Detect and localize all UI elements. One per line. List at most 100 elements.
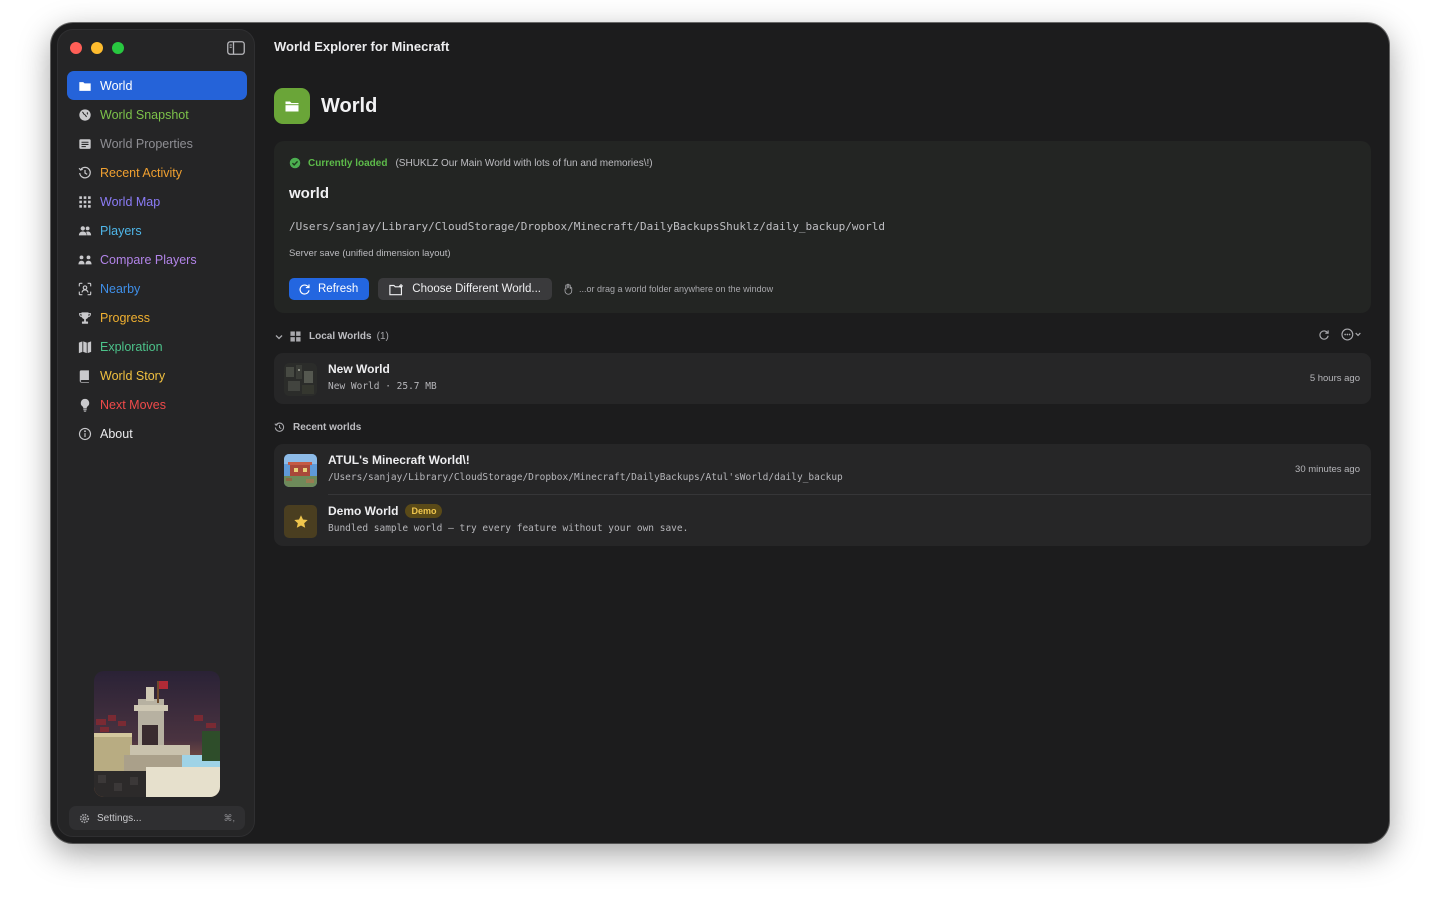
world-type: Server save (unified dimension layout) (289, 248, 451, 259)
current-world-card: Currently loaded (SHUKLZ Our Main World … (274, 141, 1371, 313)
star-icon (293, 514, 308, 528)
nearby-icon (77, 281, 93, 297)
list-item-atul-world[interactable]: ATUL's Minecraft World\! /Users/sanjay/L… (274, 444, 1371, 495)
folder-icon (77, 78, 93, 94)
world-detail: Bundled sample world — try every feature… (328, 523, 689, 534)
checkmark-seal-icon (289, 157, 301, 169)
recent-worlds-list: ATUL's Minecraft World\! /Users/sanjay/L… (274, 444, 1371, 546)
sidebar-item-next-moves[interactable]: Next Moves (67, 390, 247, 419)
sidebar-item-label: Players (100, 223, 142, 238)
refresh-icon (299, 283, 310, 295)
sidebar-item-nearby[interactable]: Nearby (67, 274, 247, 303)
sidebar-item-progress[interactable]: Progress (67, 303, 247, 332)
compare-people-icon (77, 252, 93, 268)
world-detail: New World · 25.7 MB (328, 381, 437, 392)
refresh-button[interactable]: Refresh (289, 278, 370, 300)
app-title: World Explorer for Minecraft (274, 39, 450, 54)
close-window-button[interactable] (70, 42, 82, 54)
sidebar-item-label: World Properties (100, 136, 193, 151)
world-thumbnail-image (94, 671, 220, 797)
drag-hand-icon (564, 283, 573, 295)
choose-world-button[interactable]: Choose Different World... (378, 278, 552, 300)
list-item-demo-world[interactable]: Demo World Demo Bundled sample world — t… (274, 495, 1371, 546)
folder-add-icon (389, 283, 404, 295)
recent-worlds-title: Recent worlds (293, 422, 362, 433)
sidebar-item-recent-activity[interactable]: Recent Activity (67, 158, 247, 187)
settings-label: Settings... (97, 812, 142, 824)
list-item-new-world[interactable]: New World New World · 25.7 MB 5 hours ag… (274, 353, 1371, 404)
world-title: ATUL's Minecraft World\! (328, 453, 470, 467)
list-tools (1318, 328, 1364, 341)
world-title-text: New World (328, 362, 390, 376)
sidebar-item-label: Next Moves (100, 397, 166, 412)
drag-hint-text: ...or drag a world folder anywhere on th… (578, 284, 774, 294)
sidebar-item-label: Recent Activity (100, 165, 182, 180)
loaded-label: Currently loaded (308, 157, 388, 169)
chevron-down-icon[interactable] (274, 332, 284, 342)
world-actions: Refresh Choose Different World... ...or … (289, 278, 773, 300)
local-worlds-header[interactable]: Local Worlds (1) (274, 331, 389, 342)
sidebar-item-world[interactable]: World (67, 71, 247, 100)
drag-hint: ...or drag a world folder anywhere on th… (562, 283, 773, 295)
world-detail: /Users/sanjay/Library/CloudStorage/Dropb… (328, 472, 843, 483)
minimize-window-button[interactable] (91, 42, 103, 54)
choose-world-label: Choose Different World... (412, 283, 541, 295)
globe-icon (77, 107, 93, 123)
world-description: (SHUKLZ Our Main World with lots of fun … (395, 157, 653, 169)
sidebar-toggle-icon[interactable] (227, 41, 245, 55)
reload-icon[interactable] (1318, 329, 1330, 341)
settings-shortcut: ⌘, (223, 812, 235, 823)
world-time: 30 minutes ago (1295, 464, 1360, 475)
demo-world-thumbnail (284, 505, 317, 538)
refresh-label: Refresh (318, 283, 359, 295)
world-title-text: Demo World (328, 504, 399, 518)
book-icon (77, 368, 93, 384)
sidebar-item-label: Exploration (100, 339, 163, 354)
app-window: World World Snapshot World Properties Re… (51, 23, 1389, 843)
world-title: Demo World Demo (328, 504, 443, 518)
sidebar-item-about[interactable]: About (67, 419, 247, 448)
info-icon (77, 426, 93, 442)
grid-squares-icon (290, 331, 301, 342)
settings-button[interactable]: Settings... ⌘, (69, 806, 245, 830)
world-name: world (289, 185, 329, 202)
grid-icon (77, 194, 93, 210)
sidebar-item-compare-players[interactable]: Compare Players (67, 245, 247, 274)
recent-worlds-header: Recent worlds (274, 422, 361, 433)
sidebar-item-label: World Story (100, 368, 166, 383)
sidebar-item-label: About (100, 426, 133, 441)
sidebar: World World Snapshot World Properties Re… (57, 29, 255, 837)
local-worlds-count: (1) (376, 331, 389, 342)
trophy-icon (77, 310, 93, 326)
zoom-window-button[interactable] (112, 42, 124, 54)
sidebar-item-label: World Map (100, 194, 161, 209)
people-icon (77, 223, 93, 239)
world-thumbnail-image (284, 454, 317, 487)
world-title-text: ATUL's Minecraft World\! (328, 453, 470, 467)
gear-icon (79, 813, 90, 823)
sidebar-item-label: Progress (100, 310, 151, 325)
sidebar-item-world-snapshot[interactable]: World Snapshot (67, 100, 247, 129)
sidebar-item-label: Compare Players (100, 252, 197, 267)
more-options-icon[interactable] (1340, 328, 1364, 341)
loaded-status: Currently loaded (SHUKLZ Our Main World … (289, 157, 653, 169)
page-header: World (274, 88, 377, 124)
sidebar-item-world-story[interactable]: World Story (67, 361, 247, 390)
clock-history-icon (77, 165, 93, 181)
page-title: World (321, 94, 378, 117)
sidebar-item-label: World (100, 78, 133, 93)
sidebar-item-players[interactable]: Players (67, 216, 247, 245)
sidebar-item-exploration[interactable]: Exploration (67, 332, 247, 361)
list-icon (77, 136, 93, 152)
sidebar-item-label: World Snapshot (100, 107, 189, 122)
world-title: New World (328, 362, 390, 376)
local-worlds-title: Local Worlds (309, 331, 372, 342)
window-controls (70, 42, 124, 54)
sidebar-nav: World World Snapshot World Properties Re… (67, 71, 247, 448)
sidebar-item-world-map[interactable]: World Map (67, 187, 247, 216)
world-time: 5 hours ago (1309, 373, 1360, 384)
world-thumbnail-image (284, 363, 317, 396)
lightbulb-icon (77, 397, 93, 413)
sidebar-item-world-properties[interactable]: World Properties (67, 129, 247, 158)
demo-badge: Demo (405, 504, 443, 518)
